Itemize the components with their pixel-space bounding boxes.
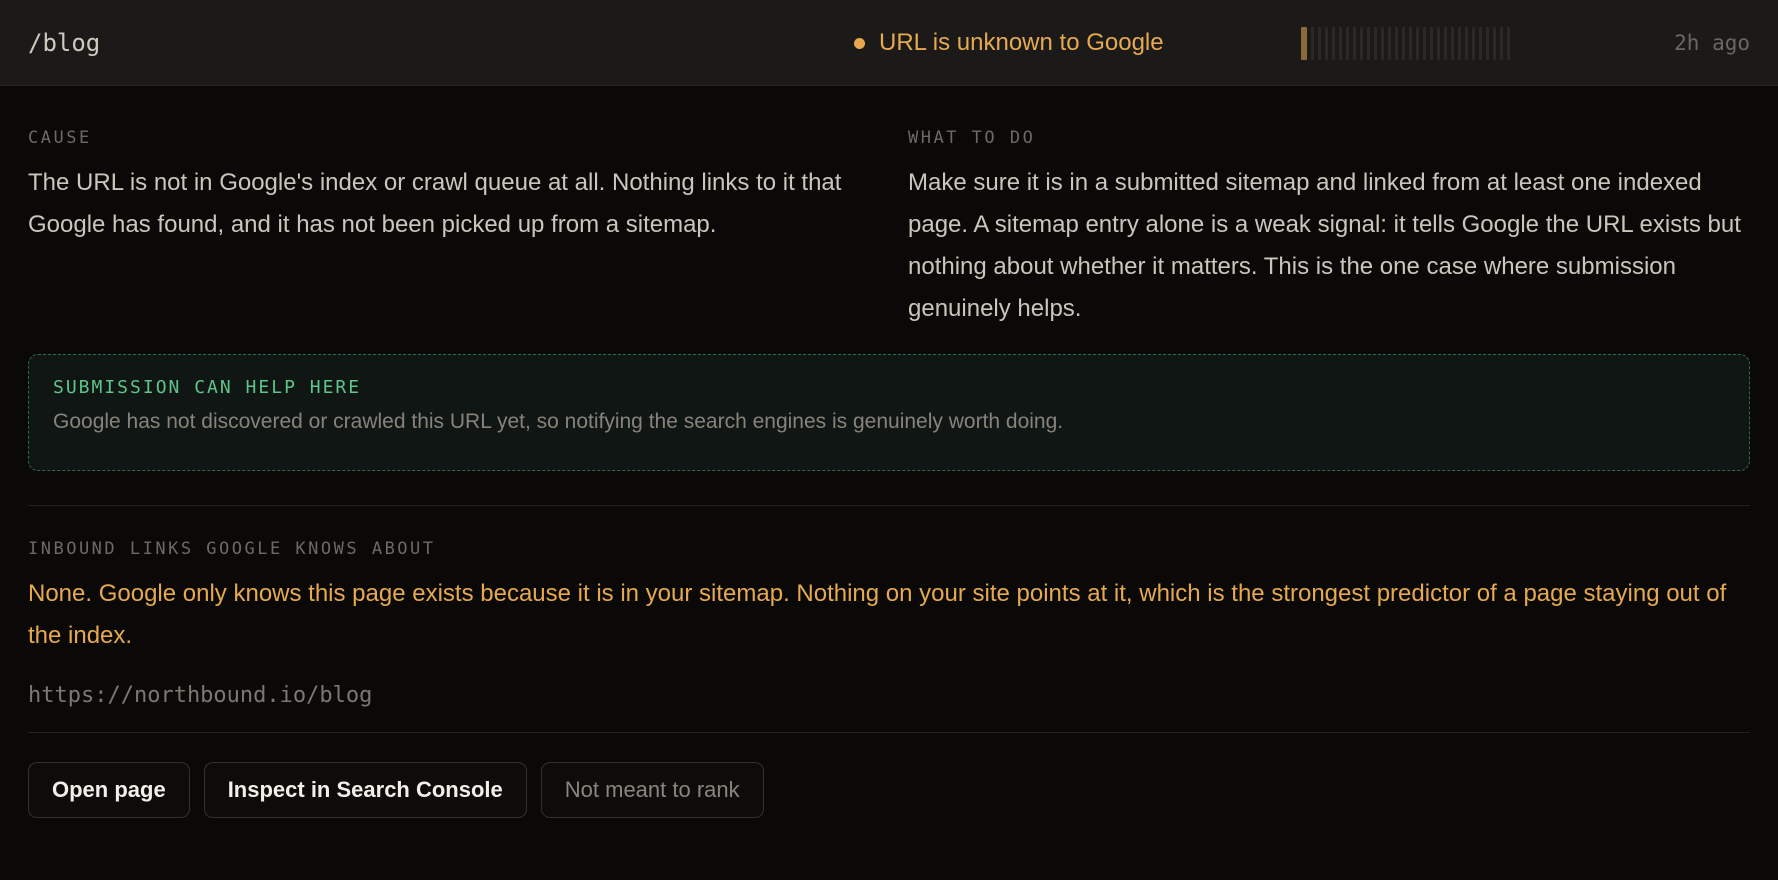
sparkline-bar [1479, 27, 1482, 60]
cause-label: CAUSE [28, 128, 92, 148]
submission-callout: SUBMISSION CAN HELP HERE Google has not … [28, 354, 1750, 471]
sparkline-bar [1507, 27, 1510, 60]
sparkline-bar [1395, 27, 1398, 60]
sparkline-bar [1451, 27, 1454, 60]
sparkline-bar [1423, 27, 1426, 60]
history-sparkline [1301, 27, 1510, 60]
sparkline-bar [1360, 27, 1363, 60]
sparkline-bar [1444, 27, 1447, 60]
sparkline-bar [1325, 27, 1328, 60]
sparkline-bar [1346, 27, 1349, 60]
header-bar: /blog URL is unknown to Google 2h ago [0, 0, 1778, 86]
callout-text: Google has not discovered or crawled thi… [53, 410, 1064, 433]
inspect-search-console-button[interactable]: Inspect in Search Console [203, 762, 527, 818]
sparkline-bar [1311, 27, 1314, 60]
callout-title: SUBMISSION CAN HELP HERE [53, 377, 362, 398]
sparkline-bar [1402, 27, 1405, 60]
sparkline-bar [1409, 27, 1412, 60]
sparkline-bar [1486, 27, 1489, 60]
what-to-do-section: WHAT TO DO Make sure it is in a submitte… [908, 128, 1750, 330]
sparkline-bar [1458, 27, 1461, 60]
sparkline-bar [1332, 27, 1335, 60]
inbound-label: INBOUND LINKS GOOGLE KNOWS ABOUT [28, 539, 436, 559]
open-page-button[interactable]: Open page [28, 762, 190, 818]
explanation-columns: CAUSE The URL is not in Google's index o… [28, 86, 1750, 330]
actions-divider [28, 732, 1750, 733]
cause-section: CAUSE The URL is not in Google's index o… [28, 128, 866, 330]
sparkline-bar [1339, 27, 1342, 60]
cause-text: The URL is not in Google's index or craw… [28, 169, 842, 238]
sparkline-bar [1416, 27, 1419, 60]
sparkline-bar [1493, 27, 1496, 60]
sparkline-bar [1353, 27, 1356, 60]
detail-panel: CAUSE The URL is not in Google's index o… [0, 86, 1778, 818]
sparkline-bar [1367, 27, 1370, 60]
what-to-do-label: WHAT TO DO [908, 128, 1036, 148]
status-dot-icon [854, 37, 865, 49]
sparkline-bar [1374, 27, 1377, 60]
not-meant-to-rank-button[interactable]: Not meant to rank [540, 762, 764, 818]
sparkline-bar [1301, 27, 1307, 60]
page-path: /blog [28, 28, 101, 57]
sparkline-bar [1388, 27, 1391, 60]
sparkline-bar [1430, 27, 1433, 60]
what-to-do-text: Make sure it is in a submitted sitemap a… [908, 169, 1741, 322]
inbound-text: None. Google only knows this page exists… [28, 580, 1727, 649]
page-url: https://northbound.io/blog [28, 683, 373, 708]
index-status: URL is unknown to Google [854, 0, 1164, 86]
sparkline-bar [1437, 27, 1440, 60]
sparkline-bar [1381, 27, 1384, 60]
status-text: URL is unknown to Google [879, 29, 1164, 56]
sparkline-bar [1472, 27, 1475, 60]
inbound-links-section: INBOUND LINKS GOOGLE KNOWS ABOUT None. G… [28, 506, 1750, 708]
sparkline-bar [1500, 27, 1503, 60]
last-checked-time: 2h ago [1674, 31, 1750, 55]
sparkline-bar [1318, 27, 1321, 60]
sparkline-bar [1465, 27, 1468, 60]
action-bar: Open page Inspect in Search Console Not … [28, 762, 1750, 818]
